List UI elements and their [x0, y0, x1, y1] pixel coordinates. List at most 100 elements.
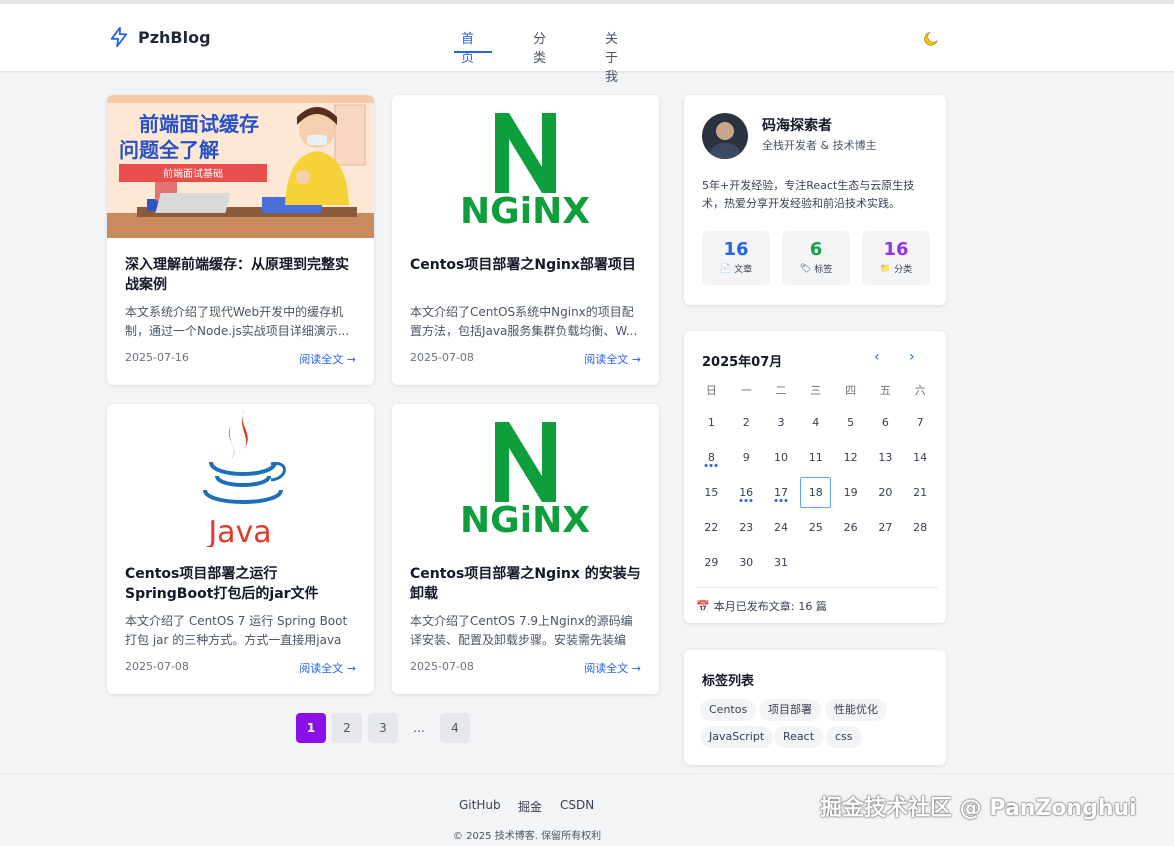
tag-chip[interactable]: 项目部署	[759, 699, 821, 721]
calendar-card: 2025年07月 ‹ › 日一二三四五六 1 2 3 4 5 6 7 8 9 10 11 12 13 14 1…	[684, 331, 946, 623]
nav-home[interactable]: 首页	[461, 28, 474, 66]
calendar-day[interactable]: 30	[729, 545, 764, 580]
calendar-day[interactable]: 15	[694, 475, 729, 510]
calendar-day-number: 19	[843, 486, 858, 499]
tag-chip[interactable]: React	[774, 726, 824, 748]
calendar-day[interactable]: 3	[764, 405, 799, 440]
calendar-day-number: 23	[739, 521, 754, 534]
post-excerpt: 本文介绍了CentOS 7.9上Nginx的源码编译安装、配置及卸载步骤。安装需…	[410, 614, 633, 647]
post-title[interactable]: Centos项目部署之Nginx 的安装与卸载	[410, 564, 642, 604]
stat-categories[interactable]: 16 📁 分类	[862, 231, 930, 285]
calendar-day-number: 17	[773, 486, 788, 499]
calendar-day-number: 3	[777, 416, 785, 429]
calendar-day[interactable]: 5	[833, 405, 868, 440]
post-date: 2025-07-08	[410, 351, 474, 364]
post-title[interactable]: 深入理解前端缓存：从原理到完整实战案例	[125, 255, 357, 295]
calendar-summary-value: 16 篇	[798, 600, 827, 613]
tags-card: 标签列表 Centos 项目部署 性能优化 JavaScript React c…	[684, 650, 946, 765]
post-title[interactable]: Centos项目部署之Nginx部署项目	[410, 255, 642, 275]
tag-chip[interactable]: JavaScript	[700, 726, 774, 748]
calendar-day[interactable]: 22	[694, 510, 729, 545]
calendar-day[interactable]: 24	[764, 510, 799, 545]
calendar-day[interactable]: 12	[833, 440, 868, 475]
calendar-day-number: 1	[707, 416, 715, 429]
read-more-link[interactable]: 阅读全文 →	[584, 351, 641, 367]
tag-chip[interactable]: 性能优化	[825, 699, 887, 721]
calendar-day[interactable]: 6	[868, 405, 903, 440]
chevron-right-icon[interactable]: ›	[909, 349, 915, 365]
calendar-day[interactable]: 4	[798, 405, 833, 440]
nginx-logo-text: NGiNX	[460, 500, 590, 541]
calendar-day-number: 26	[843, 521, 858, 534]
calendar-day[interactable]: 31	[764, 545, 799, 580]
watermark: 掘金技术社区 @ PanZonghui	[820, 796, 1137, 821]
moon-icon[interactable]	[922, 30, 940, 48]
nav-active-indicator	[454, 51, 492, 53]
read-more-link[interactable]: 阅读全文 →	[299, 351, 356, 367]
calendar-day[interactable]: 13	[868, 440, 903, 475]
calendar-day[interactable]: 23	[729, 510, 764, 545]
avatar[interactable]	[702, 113, 748, 159]
stat-categories-value: 16	[883, 239, 909, 260]
post-card[interactable]: NGiNX Centos项目部署之Nginx部署项目 本文介绍了CentOS系统…	[392, 95, 659, 385]
site-header: PzhBlog 首页 分类 关于我	[0, 4, 1174, 85]
page-button-3[interactable]: 3	[368, 713, 398, 743]
calendar-day[interactable]: 2	[729, 405, 764, 440]
nav-categories[interactable]: 分类	[533, 28, 546, 66]
calendar-day[interactable]: 16	[729, 475, 764, 510]
calendar-day[interactable]: 20	[868, 475, 903, 510]
page-button-2[interactable]: 2	[332, 713, 362, 743]
stat-articles[interactable]: 16 📄 文章	[702, 231, 770, 285]
page-button-1[interactable]: 1	[296, 713, 326, 743]
calendar-day[interactable]: 25	[798, 510, 833, 545]
calendar-day[interactable]: 21	[903, 475, 938, 510]
calendar-day[interactable]: 1	[694, 405, 729, 440]
post-card[interactable]: Java Centos项目部署之运行SpringBoot打包后的jar文件 本文…	[107, 404, 374, 694]
post-card[interactable]: 前端面试缓存 问题全了解 前端面试基础 深入理解前端缓存：从原理到完整实战案例 …	[107, 95, 374, 385]
calendar-day[interactable]: 27	[868, 510, 903, 545]
footer-copyright: © 2025 技术博客. 保留所有权利	[452, 831, 602, 842]
stat-articles-value: 16	[723, 239, 749, 260]
calendar-day[interactable]: 9	[729, 440, 764, 475]
page-button-4[interactable]: 4	[440, 713, 470, 743]
nginx-logo: NGiNX	[392, 404, 659, 547]
calendar-day[interactable]: 11	[798, 440, 833, 475]
calendar-day[interactable]: 10	[764, 440, 799, 475]
profile-card: 码海探索者 全栈开发者 & 技术博主 5年+开发经验，专注React生态与云原生…	[684, 95, 946, 305]
footer-link-github[interactable]: GitHub	[459, 798, 501, 812]
calendar-day[interactable]: 8	[694, 440, 729, 475]
cover-banner-subtitle: 前端面试基础	[163, 167, 223, 180]
chevron-left-icon[interactable]: ‹	[874, 349, 880, 365]
calendar-day[interactable]: 14	[903, 440, 938, 475]
tag-chip[interactable]: Centos	[700, 699, 757, 721]
read-more-link[interactable]: 阅读全文 →	[584, 660, 641, 676]
stat-tags-value: 6	[809, 239, 823, 260]
calendar-day[interactable]: 7	[903, 405, 938, 440]
calendar-day[interactable]: 29	[694, 545, 729, 580]
nginx-logo-text: NGiNX	[460, 191, 590, 232]
calendar-day-number: 24	[773, 521, 788, 534]
nav-about[interactable]: 关于我	[605, 28, 618, 85]
footer-link-juejin[interactable]: 掘金	[518, 798, 542, 815]
brand-logo[interactable]: PzhBlog	[108, 26, 211, 48]
calendar-day[interactable]: 28	[903, 510, 938, 545]
calendar-day-number: 18	[808, 486, 823, 499]
calendar-day[interactable]: 18	[798, 475, 833, 510]
calendar-day-number: 22	[704, 521, 719, 534]
calendar-day[interactable]: 19	[833, 475, 868, 510]
footer-link-csdn[interactable]: CSDN	[560, 798, 594, 812]
calendar-day-number: 31	[773, 556, 788, 569]
calendar-weekday: 日	[705, 384, 717, 397]
calendar-weekday: 四	[845, 384, 857, 397]
post-title[interactable]: Centos项目部署之运行SpringBoot打包后的jar文件	[125, 564, 357, 604]
calendar-day[interactable]: 26	[833, 510, 868, 545]
post-card[interactable]: NGiNX Centos项目部署之Nginx 的安装与卸载 本文介绍了CentO…	[392, 404, 659, 694]
tag-chip[interactable]: css	[826, 726, 862, 748]
stat-articles-label: 文章	[734, 265, 753, 275]
stat-tags[interactable]: 6 🏷 标签	[782, 231, 850, 285]
read-more-link[interactable]: 阅读全文 →	[299, 660, 356, 676]
calendar-day-number: 29	[704, 556, 719, 569]
profile-role: 全栈开发者 & 技术博主	[762, 139, 877, 152]
calendar-day[interactable]: 17	[764, 475, 799, 510]
post-date: 2025-07-08	[125, 660, 189, 673]
